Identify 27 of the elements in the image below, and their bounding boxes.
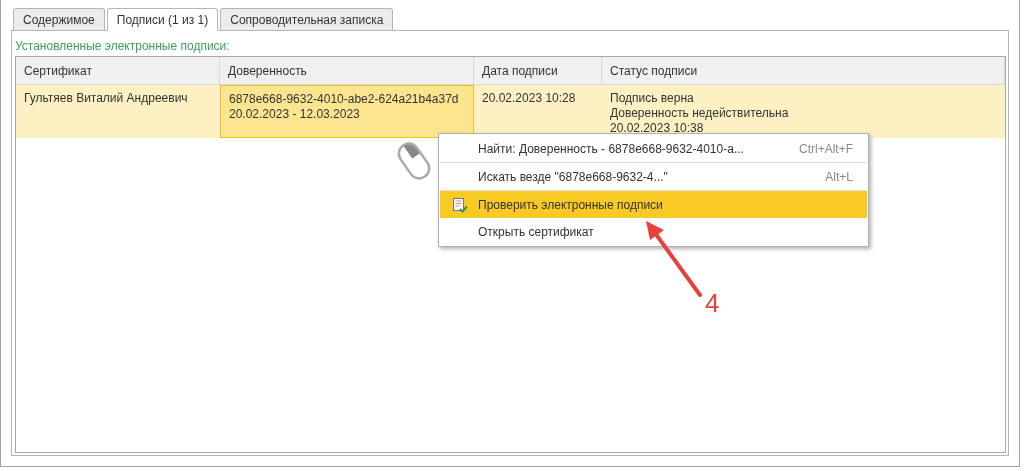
menu-label: Проверить электронные подписи bbox=[478, 197, 663, 212]
verify-document-icon bbox=[452, 196, 468, 213]
cell-text: Подпись верна bbox=[610, 91, 694, 106]
menu-label: Искать везде "6878e668-9632-4..." bbox=[478, 169, 668, 184]
group-title: Установленные электронные подписи: bbox=[15, 39, 231, 53]
tab[interactable]: Подписи (1 из 1) bbox=[106, 8, 219, 31]
table-cell[interactable]: 6878e668-9632-4010-abe2-624a21b4a37d 20.02.2023 - 12.03.2023 bbox=[220, 85, 474, 138]
cell-text: Доверенность недействительна bbox=[610, 106, 789, 121]
table-cell[interactable]: Гультяев Виталий Андреевич bbox=[16, 85, 220, 138]
column-header[interactable]: Статус подписи bbox=[602, 57, 1005, 85]
menu-label: Открыть сертификат bbox=[478, 224, 594, 239]
cell-text: 20.02.2023 10:38 bbox=[610, 121, 704, 136]
annotation-number: 4 bbox=[705, 288, 720, 319]
menu-label: Найти: Доверенность - 6878e668-9632-4010-a... bbox=[478, 141, 744, 156]
cell-text: Гультяев Виталий Андреевич bbox=[24, 91, 188, 106]
table-cell[interactable]: Подпись верна Доверенность недействительна 20.02.2023 10:38 bbox=[602, 85, 1005, 138]
cell-text: 6878e668-9632-4010-abe2-624a21b4a37d bbox=[229, 92, 459, 107]
shortcut-text: Ctrl+Alt+F bbox=[799, 141, 853, 156]
tab[interactable]: Содержимое bbox=[13, 8, 105, 30]
shortcut-text: Alt+L bbox=[825, 169, 853, 184]
column-header[interactable]: Сертификат bbox=[16, 57, 220, 85]
tab[interactable]: Сопроводительная записка bbox=[220, 8, 394, 30]
cell-text: 20.02.2023 10:28 bbox=[482, 91, 576, 106]
column-header[interactable]: Доверенность bbox=[220, 57, 474, 85]
menu-item[interactable]: Проверить электронные подписи bbox=[440, 191, 867, 218]
column-header[interactable]: Дата подписи bbox=[474, 57, 602, 85]
cell-text: 20.02.2023 - 12.03.2023 bbox=[229, 107, 360, 122]
